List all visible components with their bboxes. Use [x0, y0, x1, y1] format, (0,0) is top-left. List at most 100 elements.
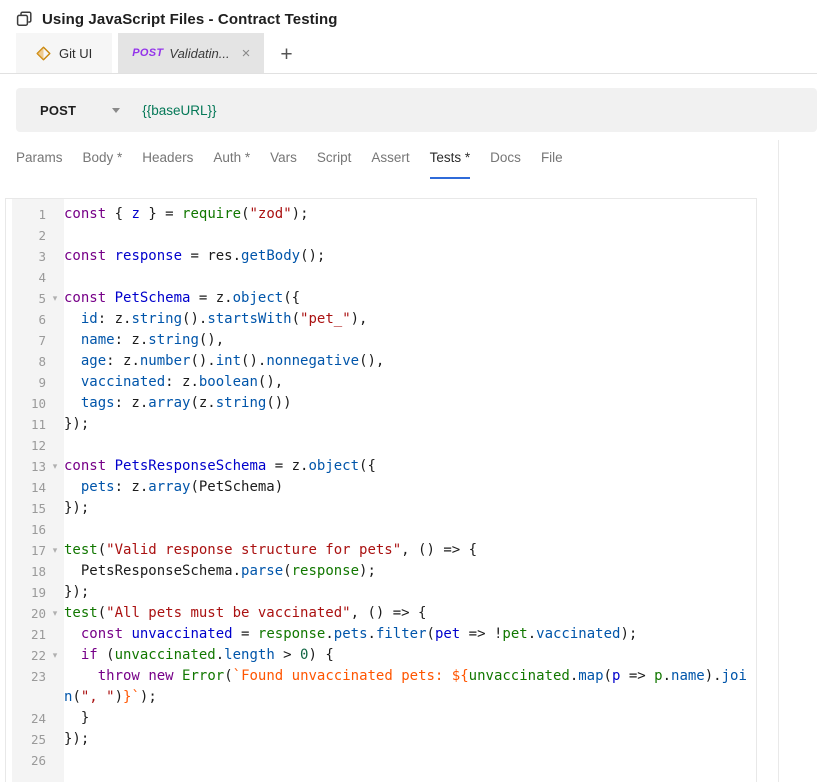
pane-splitter[interactable] — [778, 140, 779, 782]
tab-collection-label: Git UI — [59, 46, 92, 61]
tab-assert[interactable]: Assert — [371, 150, 409, 179]
code-text[interactable]: const response = res.getBody(); — [64, 246, 756, 267]
code-text[interactable]: }); — [64, 582, 756, 603]
copy-icon[interactable] — [16, 11, 33, 28]
code-text[interactable]: }); — [64, 498, 756, 519]
tab-script[interactable]: Script — [317, 150, 352, 179]
code-line[interactable]: 19}); — [6, 582, 756, 603]
line-number: 21 — [12, 624, 46, 645]
code-text[interactable]: } — [64, 708, 756, 729]
line-number: 10 — [12, 393, 46, 414]
new-tab-button[interactable]: + — [280, 44, 292, 65]
tab-request-method: POST — [132, 47, 163, 59]
fold-arrow-icon[interactable]: ▾ — [46, 540, 64, 561]
line-number: 1 — [12, 204, 46, 225]
line-number: 12 — [12, 435, 46, 456]
tab-auth[interactable]: Auth * — [213, 150, 250, 179]
code-text[interactable]: const unvaccinated = response.pets.filte… — [64, 624, 756, 645]
method-dropdown[interactable]: POST — [40, 103, 76, 118]
line-number: 25 — [12, 729, 46, 750]
code-text[interactable]: }); — [64, 414, 756, 435]
code-text[interactable] — [64, 267, 756, 288]
code-text[interactable]: }); — [64, 729, 756, 750]
fold-arrow-icon[interactable]: ▾ — [46, 645, 64, 666]
tab-vars[interactable]: Vars — [270, 150, 297, 179]
code-line[interactable]: 16 — [6, 519, 756, 540]
code-text[interactable]: id: z.string().startsWith("pet_"), — [64, 309, 756, 330]
tab-params[interactable]: Params — [16, 150, 63, 179]
tab-file[interactable]: File — [541, 150, 563, 179]
line-number: 24 — [12, 708, 46, 729]
line-number: 15 — [12, 498, 46, 519]
code-text[interactable]: vaccinated: z.boolean(), — [64, 372, 756, 393]
code-line[interactable]: 17▾test("Valid response structure for pe… — [6, 540, 756, 561]
code-line[interactable]: 7 name: z.string(), — [6, 330, 756, 351]
line-number: 23 — [12, 666, 46, 687]
code-line[interactable]: 24 } — [6, 708, 756, 729]
chevron-down-icon[interactable] — [112, 108, 120, 113]
code-text[interactable]: PetsResponseSchema.parse(response); — [64, 561, 756, 582]
code-text[interactable]: test("All pets must be vaccinated", () =… — [64, 603, 756, 624]
code-text[interactable]: throw new Error(`Found unvaccinated pets… — [64, 666, 756, 708]
line-number: 26 — [12, 750, 46, 771]
code-line[interactable]: 18 PetsResponseSchema.parse(response); — [6, 561, 756, 582]
fold-arrow-icon[interactable]: ▾ — [46, 288, 64, 309]
code-line[interactable]: 20▾test("All pets must be vaccinated", (… — [6, 603, 756, 624]
code-text[interactable]: const PetsResponseSchema = z.object({ — [64, 456, 756, 477]
code-line[interactable]: 25}); — [6, 729, 756, 750]
code-text[interactable]: pets: z.array(PetSchema) — [64, 477, 756, 498]
code-editor[interactable]: 1 const { z } = require("zod");2 3const r… — [5, 198, 757, 782]
code-text[interactable]: age: z.number().int().nonnegative(), — [64, 351, 756, 372]
code-line[interactable]: 4 — [6, 267, 756, 288]
code-text[interactable]: const PetSchema = z.object({ — [64, 288, 756, 309]
code-text[interactable] — [64, 750, 756, 771]
tab-headers[interactable]: Headers — [142, 150, 193, 179]
code-text[interactable]: name: z.string(), — [64, 330, 756, 351]
code-line[interactable]: 26 — [6, 750, 756, 771]
code-line[interactable]: 13▾const PetsResponseSchema = z.object({ — [6, 456, 756, 477]
line-number: 17 — [12, 540, 46, 561]
app-window: Using JavaScript Files - Contract Testin… — [0, 0, 817, 782]
url-input[interactable]: {{baseURL}} — [142, 103, 216, 118]
tab-docs[interactable]: Docs — [490, 150, 521, 179]
line-number: 11 — [12, 414, 46, 435]
tab-request[interactable]: POST Validatin... × — [118, 33, 264, 73]
code-line[interactable]: 11}); — [6, 414, 756, 435]
line-number: 7 — [12, 330, 46, 351]
code-line[interactable]: 9 vaccinated: z.boolean(), — [6, 372, 756, 393]
code-line[interactable]: 21 const unvaccinated = response.pets.fi… — [6, 624, 756, 645]
code-line[interactable]: 12 — [6, 435, 756, 456]
line-number: 5 — [12, 288, 46, 309]
code-line[interactable]: 23 throw new Error(`Found unvaccinated p… — [6, 666, 756, 708]
code-line[interactable]: 22▾ if (unvaccinated.length > 0) { — [6, 645, 756, 666]
code-line[interactable]: 6 id: z.string().startsWith("pet_"), — [6, 309, 756, 330]
code-line[interactable]: 1 const { z } = require("zod"); — [6, 204, 756, 225]
line-number: 19 — [12, 582, 46, 603]
code-line[interactable]: 3const response = res.getBody(); — [6, 246, 756, 267]
window-header: Using JavaScript Files - Contract Testin… — [0, 0, 817, 32]
tab-collection[interactable]: Git UI — [16, 33, 112, 73]
code-line[interactable]: 8 age: z.number().int().nonnegative(), — [6, 351, 756, 372]
close-icon[interactable]: × — [242, 46, 251, 61]
line-number: 22 — [12, 645, 46, 666]
code-text[interactable] — [64, 435, 756, 456]
code-line[interactable]: 14 pets: z.array(PetSchema) — [6, 477, 756, 498]
url-bar: POST {{baseURL}} — [16, 88, 817, 132]
code-text[interactable]: tags: z.array(z.string()) — [64, 393, 756, 414]
line-number: 8 — [12, 351, 46, 372]
code-text[interactable] — [64, 519, 756, 540]
code-line[interactable]: 10 tags: z.array(z.string()) — [6, 393, 756, 414]
code-text[interactable] — [64, 225, 756, 246]
fold-arrow-icon[interactable]: ▾ — [46, 603, 64, 624]
fold-arrow-icon[interactable]: ▾ — [46, 456, 64, 477]
code-text[interactable]: const { z } = require("zod"); — [64, 204, 756, 225]
tab-tests[interactable]: Tests * — [430, 150, 471, 179]
tab-body[interactable]: Body * — [83, 150, 123, 179]
line-number: 18 — [12, 561, 46, 582]
code-line[interactable]: 15}); — [6, 498, 756, 519]
code-line[interactable]: 2 — [6, 225, 756, 246]
code-line[interactable]: 5▾const PetSchema = z.object({ — [6, 288, 756, 309]
page-title: Using JavaScript Files - Contract Testin… — [42, 11, 338, 28]
code-text[interactable]: test("Valid response structure for pets"… — [64, 540, 756, 561]
code-text[interactable]: if (unvaccinated.length > 0) { — [64, 645, 756, 666]
